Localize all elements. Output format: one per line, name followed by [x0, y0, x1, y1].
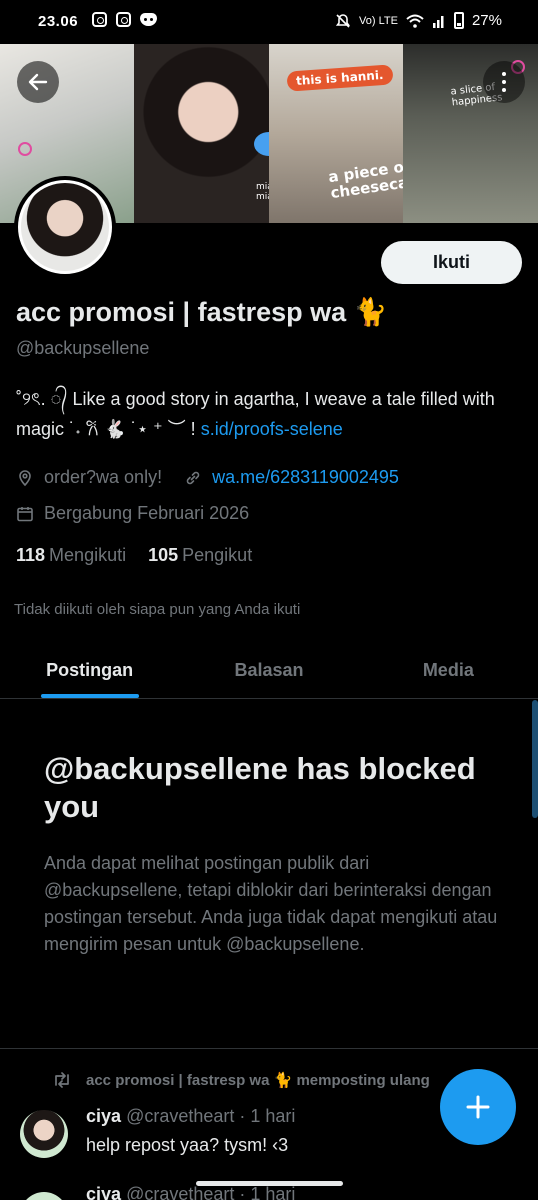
tweet-author-name[interactable]: ciya — [86, 1106, 121, 1126]
display-name: acc promosi | fastresp wa 🐈 — [16, 297, 388, 327]
divider — [0, 1048, 538, 1049]
signal-icon — [432, 15, 444, 28]
location-icon — [16, 469, 34, 487]
battery-icon — [453, 12, 464, 29]
blocked-description: Anda dapat melihat postingan publik dari… — [44, 853, 498, 954]
discord-icon — [140, 13, 157, 26]
mute-bell-icon — [335, 13, 351, 28]
tweet-author-name[interactable]: ciya — [86, 1184, 121, 1200]
hanni-sticker: this is hanni. — [286, 64, 394, 92]
profile-bio: ˚୨ৎ. ᭄ Like a good story in agartha, I w… — [16, 384, 526, 444]
back-button[interactable] — [17, 61, 59, 103]
profile-meta-location: order?wa only! wa.me/6283119002495 — [16, 467, 399, 488]
tab-media[interactable]: Media — [359, 643, 538, 698]
tweet-author-handle: @cravetheart — [126, 1106, 235, 1126]
followers-stat[interactable]: 105 Pengikut — [148, 545, 252, 566]
follow-button[interactable]: Ikuti — [381, 241, 522, 284]
blocked-title: @backupsellene has blocked you — [44, 751, 476, 824]
repost-icon — [55, 1072, 69, 1088]
tab-postingan[interactable]: Postingan — [0, 643, 179, 698]
calendar-icon — [16, 505, 34, 523]
tab-balasan[interactable]: Balasan — [179, 643, 358, 698]
tweet-time: · 1 hari — [239, 1184, 296, 1200]
joined-text: Bergabung Februari 2026 — [44, 503, 250, 523]
compose-post-button[interactable] — [440, 1069, 516, 1145]
location-text: order?wa only! — [44, 467, 163, 487]
back-arrow-icon — [28, 73, 48, 91]
battery-percent: 27% — [471, 12, 502, 29]
gesture-navigation-bar[interactable] — [196, 1181, 343, 1186]
tweet-header: ciya @cravetheart · 1 hari — [86, 1106, 295, 1127]
repost-indicator: acc promosi | fastresp wa 🐈 memposting u… — [52, 1071, 452, 1089]
scroll-indicator — [532, 700, 538, 818]
notification-icons — [92, 12, 157, 27]
avatar[interactable] — [20, 1110, 68, 1158]
follow-stats: 118 Mengikuti 105 Pengikut — [16, 545, 252, 566]
profile-avatar[interactable] — [14, 176, 116, 278]
tweet-header: ciya @cravetheart · 1 hari — [86, 1184, 295, 1200]
profile-tabs: Postingan Balasan Media — [0, 643, 538, 699]
status-time: 23.06 — [38, 13, 79, 30]
avatar-image — [18, 180, 112, 274]
instagram-icon — [92, 12, 107, 27]
plus-icon — [466, 1095, 490, 1119]
repost-text: acc promosi | fastresp wa 🐈 memposting u… — [86, 1072, 430, 1089]
more-options-button[interactable] — [483, 61, 525, 103]
not-followed-notice: Tidak diikuti oleh siapa pun yang Anda i… — [14, 601, 301, 618]
profile-handle: @backupsellene — [16, 338, 150, 358]
tweet-author-handle: @cravetheart — [126, 1184, 235, 1200]
tweet-time: · 1 hari — [239, 1106, 296, 1126]
network-label: Vo) LTE — [359, 14, 398, 27]
heart-sticker — [18, 142, 32, 156]
website-link[interactable]: wa.me/6283119002495 — [212, 467, 399, 488]
link-icon — [184, 469, 202, 487]
instagram-icon — [116, 12, 131, 27]
wifi-icon — [406, 14, 424, 28]
banner-photo: this is hanni. a piece of cheesecake. — [269, 44, 434, 223]
more-vertical-icon — [502, 72, 506, 76]
banner-photo: miaw miaw — [134, 44, 284, 223]
status-right: Vo) LTE 27% — [335, 12, 502, 29]
profile-meta-joined: Bergabung Februari 2026 — [16, 503, 249, 524]
bio-link[interactable]: s.id/proofs-selene — [201, 419, 343, 439]
status-bar: 23.06 Vo) LTE 27% — [0, 0, 538, 44]
following-stat[interactable]: 118 Mengikuti — [16, 545, 126, 566]
tweet-text[interactable]: help repost yaa? tysm! ‹3 — [86, 1135, 288, 1156]
avatar[interactable] — [20, 1192, 68, 1200]
